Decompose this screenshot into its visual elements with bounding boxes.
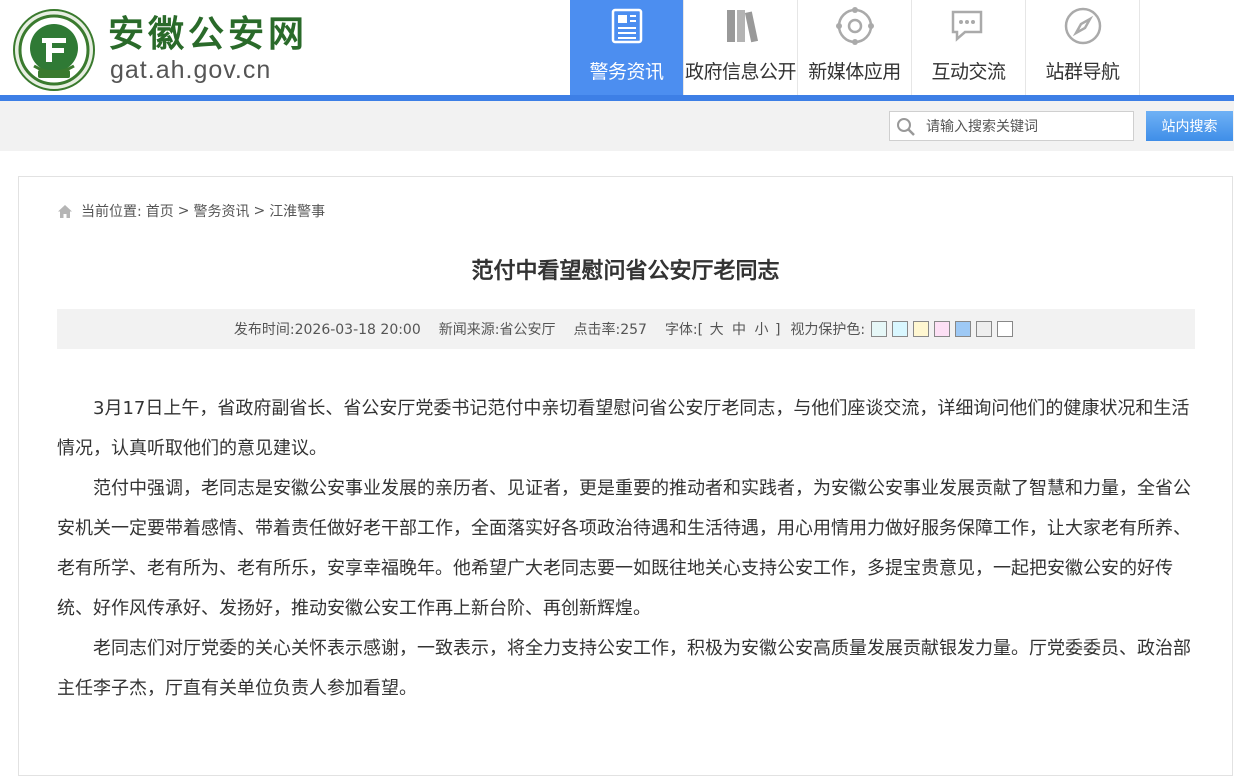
breadcrumb-separator: > <box>177 203 190 219</box>
site-search-button[interactable]: 站内搜索 <box>1146 111 1233 141</box>
publish-label: 发布时间: <box>233 322 295 338</box>
article-paragraph: 范付中强调，老同志是安徽公安事业发展的亲历者、见证者，更是重要的推动者和实践者，… <box>57 478 1191 619</box>
site-title[interactable]: 安徽公安网 <box>108 14 308 54</box>
article-meta-bar: 发布时间:2026-03-18 20:00 新闻来源:省公安厅 点击率:257 … <box>57 309 1195 349</box>
nav-label-new-media: 新媒体应用 <box>808 61 901 83</box>
eye-care-swatch[interactable] <box>871 321 888 337</box>
breadcrumb: 当前位置: 首页 > 警务资讯 > 江淮警事 <box>57 201 329 221</box>
source-value: 省公安厅 <box>499 322 556 338</box>
nav-label-gov-info: 政府信息公开 <box>684 61 797 83</box>
nav-item-site-group[interactable]: 站群导航 <box>1026 0 1140 95</box>
eye-care-swatch[interactable] <box>997 321 1014 337</box>
font-size-controls: 字体:[ 大 中 小 ] <box>665 319 780 339</box>
nav-label-police-news: 警务资讯 <box>589 61 664 83</box>
breadcrumb-jianghuai[interactable]: 江淮警事 <box>269 201 325 221</box>
chat-icon <box>951 10 982 42</box>
search-bar: 站内搜索 <box>0 101 1234 151</box>
network-icon <box>835 7 874 45</box>
font-bracket-open: [ <box>697 322 704 338</box>
police-emblem-logo[interactable] <box>12 8 96 92</box>
search-icon <box>897 118 915 136</box>
nav-label-site-group: 站群导航 <box>1045 61 1120 83</box>
nav-label-interaction: 互动交流 <box>931 61 1006 83</box>
source-label: 新闻来源: <box>438 322 500 338</box>
article-body: 3月17日上午，省政府副省长、省公安厅党委书记范付中亲切看望慰问省公安厅老同志，… <box>57 389 1197 709</box>
search-input[interactable] <box>926 116 1126 137</box>
eye-care-swatches <box>871 321 1018 337</box>
article-panel: 当前位置: 首页 > 警务资讯 > 江淮警事 范付中看望慰问省公安厅老同志 发布… <box>18 176 1233 776</box>
publish-time: 发布时间:2026-03-18 20:00 <box>234 319 421 339</box>
news-source: 新闻来源:省公安厅 <box>439 319 556 339</box>
eye-care-swatch[interactable] <box>976 321 993 337</box>
clicks-label: 点击率: <box>573 322 621 338</box>
main-nav: 警务资讯 政府信息公开 新媒体应用 互动交流 站群导航 <box>570 0 1140 95</box>
breadcrumb-separator: > <box>253 203 266 219</box>
nav-item-new-media[interactable]: 新媒体应用 <box>798 0 912 95</box>
article-paragraph: 3月17日上午，省政府副省长、省公安厅党委书记范付中亲切看望慰问省公安厅老同志，… <box>57 398 1190 459</box>
site-domain: gat.ah.gov.cn <box>110 56 272 84</box>
font-label: 字体: <box>664 322 698 338</box>
article-paragraph: 老同志们对厅党委的关心关怀表示感谢，一致表示，将全力支持公安工作，积极为安徽公安… <box>57 638 1191 699</box>
newspaper-icon <box>611 8 642 44</box>
eye-care-swatch[interactable] <box>955 321 972 337</box>
font-large-button[interactable]: 大 <box>710 322 724 338</box>
font-bracket-close: ] <box>774 322 781 338</box>
search-box <box>889 111 1134 141</box>
font-small-button[interactable]: 小 <box>754 322 768 338</box>
nav-item-police-news[interactable]: 警务资讯 <box>570 0 684 95</box>
eye-care-swatch[interactable] <box>913 321 930 337</box>
home-icon <box>58 204 72 218</box>
publish-value: 2026-03-18 20:00 <box>294 322 421 338</box>
eye-care-swatch[interactable] <box>934 321 951 337</box>
article-title: 范付中看望慰问省公安厅老同志 <box>471 259 780 284</box>
nav-item-interaction[interactable]: 互动交流 <box>912 0 1026 95</box>
clicks-value: 257 <box>620 322 647 338</box>
site-header: 安徽公安网 gat.ah.gov.cn 警务资讯 政府信息公开 新媒体应用 互动… <box>0 0 1234 95</box>
breadcrumb-police-news[interactable]: 警务资讯 <box>193 201 249 221</box>
nav-item-gov-info[interactable]: 政府信息公开 <box>684 0 798 95</box>
books-icon <box>726 10 758 43</box>
eye-care-label: 视力保护色: <box>790 322 866 338</box>
breadcrumb-prefix: 当前位置: <box>81 204 142 220</box>
font-medium-button[interactable]: 中 <box>732 322 746 338</box>
compass-icon <box>1064 7 1101 45</box>
click-count: 点击率:257 <box>573 319 646 339</box>
breadcrumb-home[interactable]: 首页 <box>146 201 174 221</box>
eye-care-swatch[interactable] <box>892 321 909 337</box>
